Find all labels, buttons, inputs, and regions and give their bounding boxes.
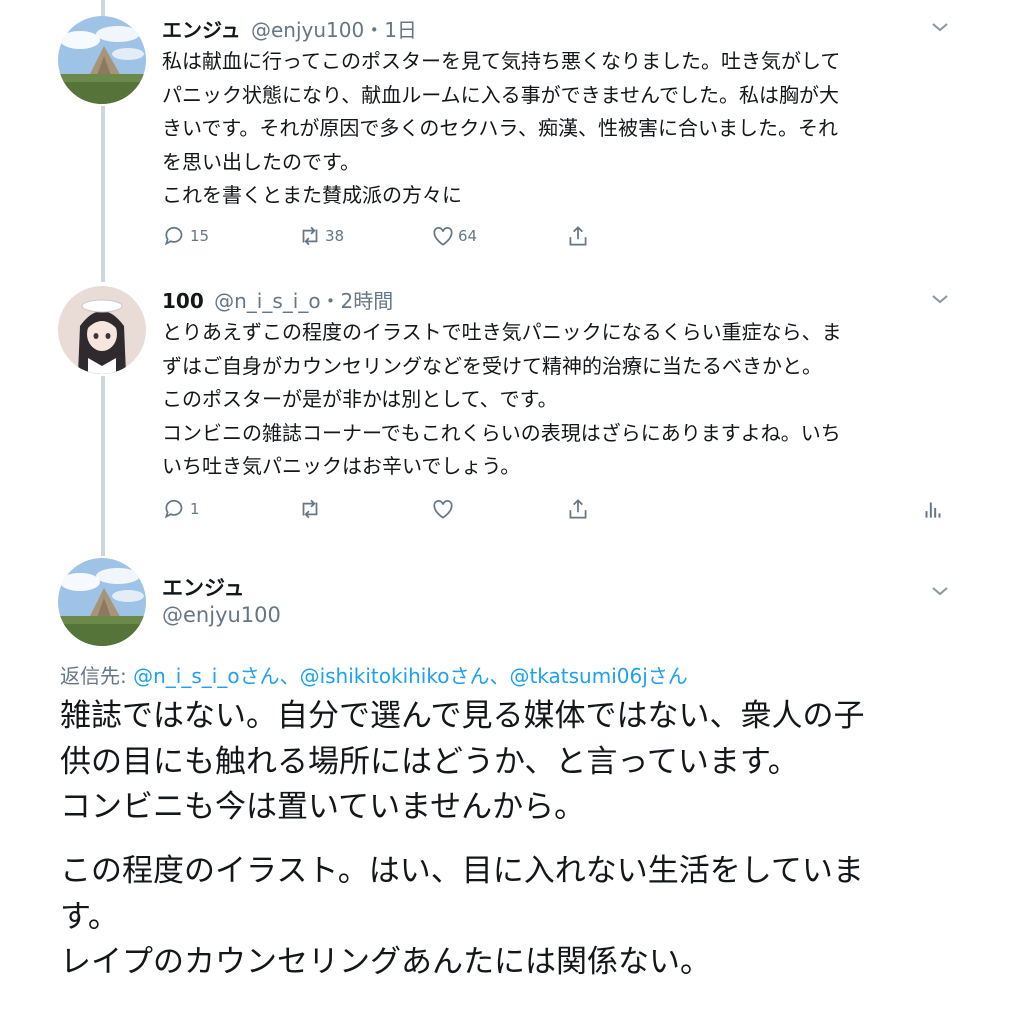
main-tweet-text: この程度のイラスト。はい、目に入れない生活をしていま す。 レイプのカウンセリン… (60, 849, 960, 986)
mention-link[interactable]: @tkatsumi06jさん (509, 664, 687, 688)
analytics-icon (925, 502, 941, 518)
thread-line (101, 376, 105, 556)
retweet-icon (302, 499, 318, 519)
retweet-button[interactable]: 38 (297, 223, 344, 249)
thread-line (101, 106, 105, 282)
display-name[interactable]: エンジュ (162, 18, 241, 42)
chevron-down-icon[interactable] (930, 20, 950, 34)
reply-icon (164, 499, 183, 519)
tweet-line: いち吐き気パニックはお辛いでしょう。 (162, 454, 521, 478)
tweet-line: ずはご自身がカウンセリングなどを受けて精神的治療に当たるべきかと。 (162, 353, 822, 378)
mention-link[interactable]: @ishikitokihikoさん (300, 664, 490, 688)
share-button[interactable] (565, 496, 591, 522)
reply-icon (164, 226, 183, 246)
reply-count: 15 (190, 227, 210, 245)
tweet-line: このポスターが是が非かは別として、です。 (162, 387, 558, 411)
handle[interactable]: @enjyu100 (162, 603, 281, 627)
tweet-header: エンジュ @enjyu100・1日 (162, 14, 417, 43)
retweet-button[interactable] (297, 496, 323, 522)
share-icon (569, 226, 587, 246)
tweet-actions: 1 (162, 496, 952, 524)
tweet-text: 私は献血に行ってこのポスターを見て気持ち悪くなりました。吐き気がして パニック状… (162, 45, 952, 213)
chevron-down-icon[interactable] (930, 584, 950, 598)
replying-to-label: 返信先: (60, 664, 134, 688)
tweet-line: この程度のイラスト。はい、目に入れない生活をしていま (60, 853, 864, 889)
reply-button[interactable]: 1 (162, 496, 200, 522)
share-button[interactable] (565, 223, 591, 249)
tweet-header: 100 @n_i_s_i_o・2時間 (162, 285, 393, 314)
tweet-line: パニック状態になり、献血ルームに入る事ができませんでした。私は胸が大 (162, 82, 839, 107)
chevron-down-icon[interactable] (930, 292, 950, 306)
avatar[interactable] (58, 286, 146, 374)
share-icon (569, 499, 587, 519)
like-count: 64 (458, 227, 478, 245)
tweet-line: す。 (60, 898, 119, 935)
reply-button[interactable]: 15 (162, 223, 209, 249)
tweet-line: レイプのカウンセリングあんたには関係ない。 (60, 944, 711, 980)
like-button[interactable] (430, 496, 456, 522)
display-name[interactable]: エンジュ (162, 572, 245, 602)
like-icon (433, 500, 453, 519)
replying-to: 返信先: @n_i_s_i_oさん、@ishikitokihikoさん、@tka… (60, 664, 688, 688)
tweet-line: これを書くとまた賛成派の方々に (162, 183, 462, 207)
tweet-line: きいです。それが原因で多くのセクハラ、痴漢、性被害に合いました。それ (162, 116, 838, 140)
display-name[interactable]: 100 (162, 289, 204, 313)
tweet-text: とりあえずこの程度のイラストで吐き気パニックになるくらい重症なら、ま ずはご自身… (162, 316, 952, 484)
tweet-line: 私は献血に行ってこのポスターを見て気持ち悪くなりました。吐き気がして (162, 49, 841, 73)
mention-link[interactable]: @n_i_s_i_oさん (133, 664, 279, 688)
retweet-count: 38 (325, 227, 345, 245)
tweet-line: 雑誌ではない。自分で選んで見る媒体ではない、衆人の子 (60, 698, 865, 734)
avatar[interactable] (58, 16, 146, 104)
retweet-icon (302, 226, 318, 246)
tweet-line: コンビニの雑誌コーナーでもこれくらいの表現はざらにありますよね。いち (162, 420, 841, 445)
handle-and-time[interactable]: @n_i_s_i_o・2時間 (214, 289, 393, 313)
tweet-line: とりあえずこの程度のイラストで吐き気パニックになるくらい重症なら、ま (162, 320, 842, 344)
like-button[interactable]: 64 (430, 223, 477, 249)
tweet-line: を思い出したのです。 (162, 149, 360, 174)
main-tweet-text: 雑誌ではない。自分で選んで見る媒体ではない、衆人の子 供の目にも触れる場所にはど… (60, 694, 960, 831)
reply-count: 1 (190, 500, 200, 518)
tweet-line: 供の目にも触れる場所にはどうか、と言っています。 (60, 743, 799, 780)
handle-and-time[interactable]: @enjyu100・1日 (251, 18, 417, 42)
like-icon (433, 227, 453, 246)
analytics-button[interactable] (920, 496, 946, 522)
tweet-line: コンビニも今は置いていませんから。 (60, 789, 586, 825)
avatar[interactable] (58, 558, 146, 646)
